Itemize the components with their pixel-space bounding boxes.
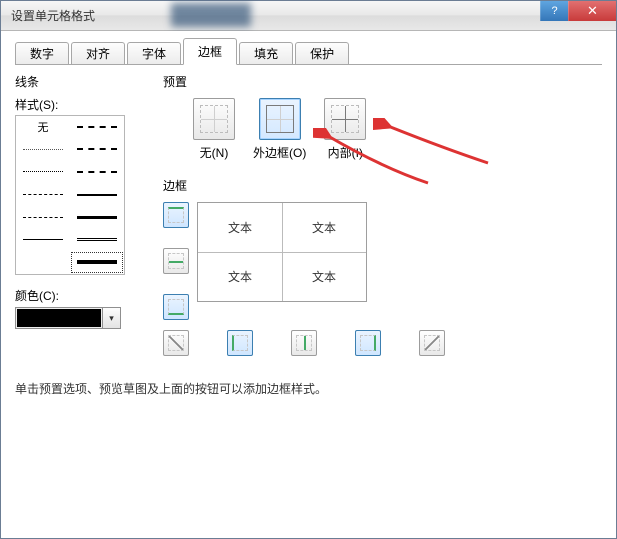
edge-buttons-horizontal xyxy=(163,330,602,356)
border-preview[interactable]: 文本 文本 文本 文本 xyxy=(197,202,367,302)
edge-left-icon xyxy=(232,335,248,351)
line-style-double[interactable] xyxy=(70,229,124,252)
line-style-hair[interactable] xyxy=(16,139,70,162)
titlebar-blur-decoration xyxy=(171,3,251,27)
line-style-dash[interactable] xyxy=(16,206,70,229)
line-style-list[interactable]: 无 xyxy=(15,115,125,275)
preview-cell: 文本 xyxy=(198,252,282,301)
border-group-label: 边框 xyxy=(163,179,187,193)
tab-strip: 数字 对齐 字体 边框 填充 保护 xyxy=(15,39,602,65)
preset-inside-icon xyxy=(331,105,359,133)
preset-item-inside: 内部(I) xyxy=(324,98,366,161)
edge-hmid-button[interactable] xyxy=(163,248,189,274)
window-controls xyxy=(540,1,616,21)
hint-text: 单击预置选项、预览草图及上面的按钮可以添加边框样式。 xyxy=(15,380,602,397)
preset-none-button[interactable] xyxy=(193,98,235,140)
preview-wrap: 文本 文本 文本 文本 xyxy=(197,200,367,320)
preset-none-icon xyxy=(200,105,228,133)
line-style-dashdot[interactable] xyxy=(16,184,70,207)
preset-item-outline: 外边框(O) xyxy=(253,98,306,161)
preview-cell: 文本 xyxy=(198,203,282,252)
border-area: 文本 文本 文本 文本 xyxy=(163,200,602,320)
close-button[interactable] xyxy=(568,1,616,21)
color-swatch xyxy=(16,308,102,328)
color-picker[interactable] xyxy=(15,307,121,329)
edge-vmid-icon xyxy=(296,335,312,351)
edge-vmid-button[interactable] xyxy=(291,330,317,356)
tab-font[interactable]: 字体 xyxy=(127,42,181,64)
right-column: 预置 无(N) 外边框(O) xyxy=(163,73,602,356)
preset-inside-button[interactable] xyxy=(324,98,366,140)
tab-number[interactable]: 数字 xyxy=(15,42,69,64)
edge-buttons-vertical xyxy=(163,202,189,320)
color-dropdown-chevron-icon[interactable] xyxy=(102,308,120,328)
preset-outline-label: 外边框(O) xyxy=(253,144,306,161)
tab-protection[interactable]: 保护 xyxy=(295,42,349,64)
preset-outline-icon xyxy=(266,105,294,133)
line-style-blank[interactable] xyxy=(16,251,70,274)
preview-cell: 文本 xyxy=(282,252,366,301)
edge-diag-down-icon xyxy=(168,335,184,351)
preview-cell: 文本 xyxy=(282,203,366,252)
line-style-mdash[interactable] xyxy=(70,139,124,162)
line-style-dot[interactable] xyxy=(16,161,70,184)
preset-item-none: 无(N) xyxy=(193,98,235,161)
edge-bottom-icon xyxy=(168,299,184,315)
edge-bottom-button[interactable] xyxy=(163,294,189,320)
color-label: 颜色(C): xyxy=(15,287,143,304)
dialog-body: 数字 对齐 字体 边框 填充 保护 线条 样式(S): 无 xyxy=(1,31,616,538)
style-label: 样式(S): xyxy=(15,98,58,112)
edge-diag-up-button[interactable] xyxy=(419,330,445,356)
tab-fill[interactable]: 填充 xyxy=(239,42,293,64)
presets-group-label: 预置 xyxy=(163,73,187,90)
edge-diag-down-button[interactable] xyxy=(163,330,189,356)
line-style-thick[interactable] xyxy=(70,206,124,229)
line-style-thin[interactable] xyxy=(16,229,70,252)
line-style-heavy[interactable] xyxy=(70,251,124,274)
edge-left-button[interactable] xyxy=(227,330,253,356)
edge-hmid-icon xyxy=(168,253,184,269)
help-button[interactable] xyxy=(540,1,568,21)
edge-top-icon xyxy=(168,207,184,223)
tab-border[interactable]: 边框 xyxy=(183,38,237,65)
content-area: 线条 样式(S): 无 xyxy=(15,73,602,356)
line-style-med[interactable] xyxy=(70,184,124,207)
dialog-window: 设置单元格格式 数字 对齐 字体 边框 填充 保护 线条 样式(S): xyxy=(0,0,617,539)
tab-alignment[interactable]: 对齐 xyxy=(71,42,125,64)
preset-outline-button[interactable] xyxy=(259,98,301,140)
line-style-none[interactable]: 无 xyxy=(16,116,70,139)
dialog-title: 设置单元格格式 xyxy=(11,7,95,24)
preset-row: 无(N) 外边框(O) 内部(I) xyxy=(193,98,602,161)
line-group-label: 线条 xyxy=(15,73,39,90)
titlebar: 设置单元格格式 xyxy=(1,1,616,31)
line-style-ldash[interactable] xyxy=(70,161,124,184)
edge-diag-up-icon xyxy=(424,335,440,351)
edge-right-icon xyxy=(360,335,376,351)
preset-none-label: 无(N) xyxy=(200,144,229,161)
preset-inside-label: 内部(I) xyxy=(328,144,363,161)
edge-right-button[interactable] xyxy=(355,330,381,356)
line-column: 线条 样式(S): 无 xyxy=(15,73,143,356)
border-section: 边框 文本 文本 文本 文本 xyxy=(163,177,602,356)
line-style-thkdot[interactable] xyxy=(70,116,124,139)
edge-top-button[interactable] xyxy=(163,202,189,228)
